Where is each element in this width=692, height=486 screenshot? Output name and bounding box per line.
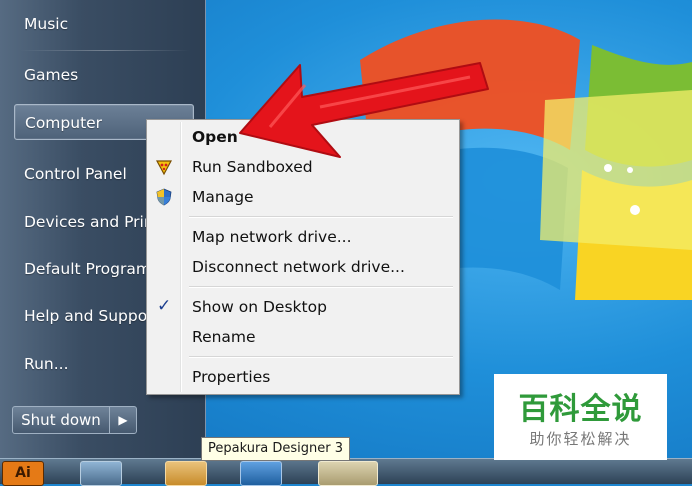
menu-item-label: Disconnect network drive... (192, 258, 405, 276)
menu-item-show-on-desktop[interactable]: ✓ Show on Desktop (149, 293, 455, 321)
tooltip: Pepakura Designer 3 (201, 437, 351, 461)
start-item-games[interactable]: Games (14, 57, 194, 93)
uac-shield-icon (156, 188, 172, 206)
menu-item-manage[interactable]: Manage (149, 183, 455, 211)
menu-item-label: Properties (192, 368, 271, 386)
menu-item-label: Show on Desktop (192, 298, 327, 316)
menu-item-disconnect-network-drive[interactable]: Disconnect network drive... (149, 253, 455, 281)
taskbar: Ai (0, 458, 692, 486)
start-item-label: Control Panel (24, 165, 127, 183)
menu-separator (189, 286, 453, 288)
menu-item-map-network-drive[interactable]: Map network drive... (149, 223, 455, 251)
menu-item-properties[interactable]: Properties (149, 363, 455, 391)
menu-item-rename[interactable]: Rename (149, 323, 455, 351)
taskbar-app-button[interactable] (165, 461, 207, 486)
watermark-title: 百科全说 (518, 392, 643, 427)
menu-separator (189, 216, 453, 218)
shutdown-button[interactable]: Shut down (12, 406, 110, 434)
menu-item-label: Rename (192, 328, 256, 346)
start-menu-separator (20, 50, 190, 51)
watermark-badge: 百科全说 助你轻松解决 (494, 374, 667, 460)
menu-item-label: Manage (192, 188, 254, 206)
taskbar-illustrator-button[interactable]: Ai (2, 461, 44, 486)
start-item-music[interactable]: Music (14, 6, 194, 42)
start-item-label: Computer (25, 114, 103, 132)
checkmark-icon: ✓ (157, 296, 172, 316)
shutdown-options-arrow-icon[interactable]: ▶ (109, 406, 137, 434)
start-item-label: Run... (24, 355, 69, 373)
taskbar-explorer-button[interactable] (318, 461, 378, 486)
taskbar-app-button[interactable] (240, 461, 282, 486)
sandboxie-icon (155, 160, 173, 176)
menu-separator (189, 356, 453, 358)
red-annotation-arrow (239, 62, 489, 158)
taskbar-app-button[interactable] (80, 461, 122, 486)
start-item-label: Help and Support (24, 307, 160, 325)
watermark-subtitle: 助你轻松解决 (529, 430, 632, 448)
start-item-label: Games (24, 66, 79, 84)
menu-item-label: Map network drive... (192, 228, 352, 246)
start-item-label: Music (24, 15, 69, 33)
start-item-label: Default Programs (24, 260, 160, 278)
